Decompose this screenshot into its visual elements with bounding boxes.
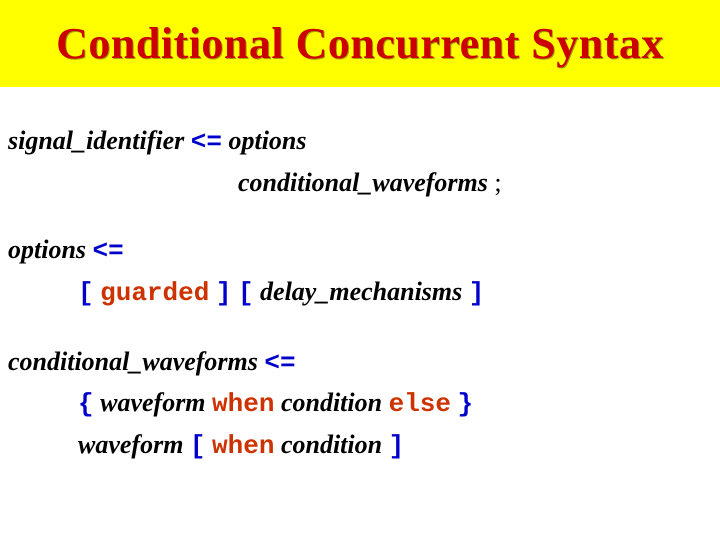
keyword-else: else	[389, 389, 451, 419]
brace-open: {	[78, 389, 94, 419]
rule-options: options <=	[8, 231, 712, 271]
nonterminal: condition	[281, 430, 382, 459]
bracket-open: [	[78, 278, 94, 308]
operator-produces: <=	[93, 236, 124, 266]
bracket-open: [	[238, 278, 254, 308]
nonterminal: conditional_waveforms	[8, 347, 258, 376]
bracket-open: [	[190, 431, 206, 461]
punct-semicolon: ;	[494, 168, 501, 197]
bracket-close: ]	[216, 278, 232, 308]
syntax-content: signal_identifier <= options conditional…	[0, 87, 720, 466]
nonterminal: options	[8, 235, 86, 264]
nonterminal: delay_mechanisms	[260, 277, 462, 306]
rule-conditional-waveforms: conditional_waveforms <=	[8, 343, 712, 383]
nonterminal: options	[228, 126, 306, 155]
keyword-when: when	[212, 389, 274, 419]
nonterminal: waveform	[100, 388, 205, 417]
rule-cw-body2: waveform [ when condition ]	[8, 426, 712, 466]
bracket-close: ]	[389, 431, 405, 461]
brace-close: }	[458, 389, 474, 419]
nonterminal: waveform	[78, 430, 183, 459]
operator-produces: <=	[191, 127, 222, 157]
rule-signal-identifier: signal_identifier <= options	[8, 122, 712, 162]
rule-options-body: [ guarded ] [ delay_mechanisms ]	[8, 273, 712, 313]
keyword-when: when	[212, 431, 274, 461]
title-bar: Conditional Concurrent Syntax	[0, 0, 720, 87]
nonterminal: conditional_waveforms	[238, 168, 488, 197]
rule-signal-identifier-cont: conditional_waveforms ;	[8, 164, 712, 202]
bracket-close: ]	[469, 278, 485, 308]
operator-produces: <=	[264, 348, 295, 378]
nonterminal: condition	[281, 388, 382, 417]
nonterminal: signal_identifier	[8, 126, 184, 155]
rule-cw-body1: { waveform when condition else }	[8, 384, 712, 424]
keyword-guarded: guarded	[100, 278, 209, 308]
page-title: Conditional Concurrent Syntax	[56, 19, 664, 68]
